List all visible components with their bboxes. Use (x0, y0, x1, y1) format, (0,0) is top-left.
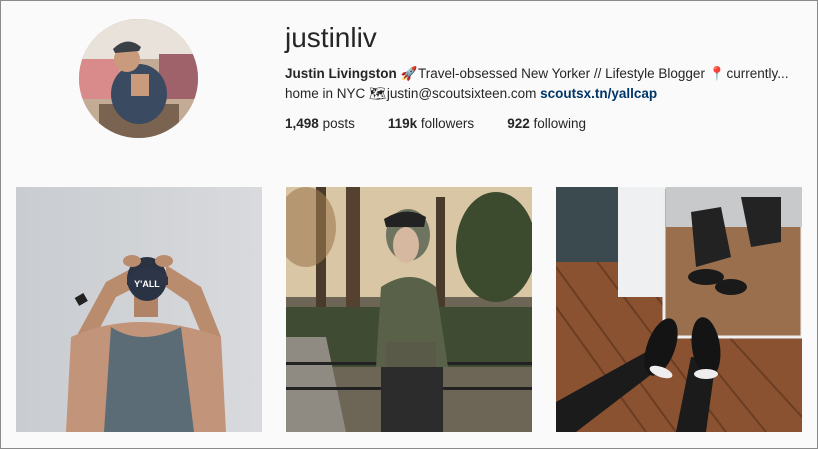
bio-text: Travel-obsessed New Yorker // Lifestyle … (418, 66, 705, 81)
bio-email: justin@scoutsixteen.com (386, 86, 537, 101)
posts-label: posts (322, 116, 355, 131)
following-label: following (533, 116, 587, 131)
profile-bio: Justin Livingston 🚀 Travel-obsessed New … (285, 64, 795, 104)
followers-label: followers (420, 116, 475, 131)
following-count: 922 (507, 116, 530, 131)
post-thumbnail[interactable]: Y'ALL (16, 187, 262, 432)
cap-text: Y'ALL (134, 279, 160, 289)
bio-text: currently... (726, 66, 789, 81)
posts-count: 1,498 (285, 116, 319, 131)
post-thumbnail[interactable] (286, 187, 532, 432)
bio-link[interactable]: scoutsx.tn/yallcap (540, 86, 657, 101)
post-thumbnail[interactable] (556, 187, 802, 432)
profile-username: justinliv (285, 22, 377, 53)
map-icon: 🗺 (369, 86, 387, 101)
profile-full-name: Justin Livingston (285, 66, 397, 81)
profile-avatar[interactable] (79, 19, 198, 138)
stat-following[interactable]: 922 following (507, 115, 586, 133)
bio-text: home in NYC (285, 86, 366, 101)
followers-count: 119k (387, 116, 418, 131)
pin-icon: 📍 (708, 66, 726, 81)
rocket-icon: 🚀 (400, 66, 418, 81)
profile-stats: 1,498 posts 119k followers 922 following (285, 115, 619, 133)
stat-posts: 1,498 posts (285, 115, 355, 133)
stat-followers[interactable]: 119k followers (388, 115, 474, 133)
